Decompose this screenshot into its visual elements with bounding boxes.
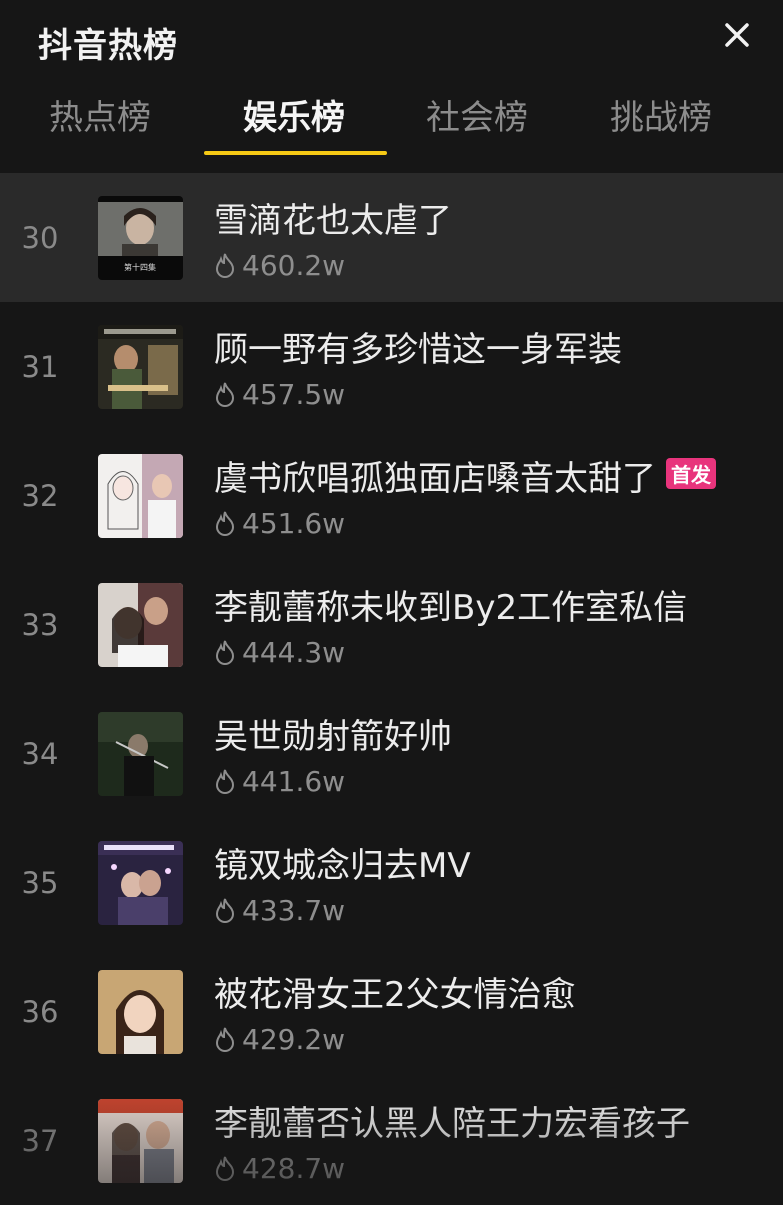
heat-value-text: 428.7w bbox=[242, 1152, 346, 1185]
video-thumbnail bbox=[98, 970, 183, 1054]
item-title: 李靓蕾称未收到By2工作室私信 bbox=[214, 588, 688, 628]
tab-bar: 热点榜 娱乐榜 社会榜 挑战榜 bbox=[0, 80, 783, 160]
rank-number: 32 bbox=[21, 479, 59, 513]
video-thumbnail bbox=[98, 712, 183, 796]
item-title: 虞书欣唱孤独面店嗓音太甜了 首发 bbox=[214, 451, 716, 500]
tab-society[interactable]: 社会榜 bbox=[426, 90, 528, 139]
flame-icon bbox=[215, 769, 235, 794]
tab-challenge[interactable]: 挑战榜 bbox=[610, 90, 712, 139]
video-thumbnail: 第十四集 bbox=[98, 196, 183, 280]
heat-value: 460.2w bbox=[214, 249, 345, 282]
item-title: 雪滴花也太虐了 bbox=[214, 201, 452, 241]
heat-value: 429.2w bbox=[214, 1023, 345, 1056]
item-title: 顾一野有多珍惜这一身军装 bbox=[214, 330, 622, 370]
active-tab-indicator bbox=[204, 151, 387, 155]
list-item[interactable]: 34 吴世勋射箭好帅 441.6w bbox=[0, 689, 783, 818]
list-item[interactable]: 36 被花滑女王2父女情治愈 429.2w bbox=[0, 947, 783, 1076]
heat-value-text: 451.6w bbox=[242, 507, 346, 540]
first-release-badge: 首发 bbox=[666, 458, 716, 489]
heat-value: 441.6w bbox=[214, 765, 345, 798]
header: 抖音热榜 bbox=[0, 0, 783, 70]
video-thumbnail bbox=[98, 583, 183, 667]
flame-icon bbox=[215, 898, 235, 923]
heat-value-text: 457.5w bbox=[242, 378, 346, 411]
heat-value: 428.7w bbox=[214, 1152, 345, 1185]
heat-value: 444.3w bbox=[214, 636, 345, 669]
heat-value: 457.5w bbox=[214, 378, 345, 411]
tab-hot[interactable]: 热点榜 bbox=[49, 90, 151, 139]
close-icon[interactable] bbox=[720, 18, 754, 52]
flame-icon bbox=[215, 1156, 235, 1181]
item-title-text: 虞书欣唱孤独面店嗓音太甜了 bbox=[214, 459, 656, 499]
rank-number: 31 bbox=[21, 350, 59, 384]
video-thumbnail bbox=[98, 841, 183, 925]
heat-value: 433.7w bbox=[214, 894, 345, 927]
list-item[interactable]: 37 李靓蕾否认黑人陪王力宏看孩子 428.7w bbox=[0, 1076, 783, 1205]
heat-value-text: 441.6w bbox=[242, 765, 346, 798]
list-item[interactable]: 33 李靓蕾称未收到By2工作室私信 444.3w bbox=[0, 560, 783, 689]
thumbnail-caption: 第十四集 bbox=[124, 262, 156, 272]
heat-value: 451.6w bbox=[214, 507, 345, 540]
rank-number: 33 bbox=[21, 608, 59, 642]
heat-value-text: 460.2w bbox=[242, 249, 346, 282]
rank-number: 37 bbox=[21, 1124, 59, 1158]
flame-icon bbox=[215, 382, 235, 407]
rank-number: 34 bbox=[21, 737, 59, 771]
item-title: 镜双城念归去MV bbox=[214, 846, 471, 886]
heat-value-text: 433.7w bbox=[242, 894, 346, 927]
rank-number: 30 bbox=[21, 221, 59, 255]
tab-entertainment[interactable]: 娱乐榜 bbox=[243, 90, 345, 139]
list-item[interactable]: 31 顾一野有多珍惜这一身军装 457.5w bbox=[0, 302, 783, 431]
rank-number: 36 bbox=[21, 995, 59, 1029]
video-thumbnail bbox=[98, 454, 183, 538]
video-thumbnail bbox=[98, 325, 183, 409]
heat-value-text: 429.2w bbox=[242, 1023, 346, 1056]
page-title: 抖音热榜 bbox=[38, 26, 178, 66]
video-thumbnail bbox=[98, 1099, 183, 1183]
rank-number: 35 bbox=[21, 866, 59, 900]
item-title: 被花滑女王2父女情治愈 bbox=[214, 975, 576, 1015]
item-title: 李靓蕾否认黑人陪王力宏看孩子 bbox=[214, 1104, 690, 1144]
flame-icon bbox=[215, 640, 235, 665]
list-item[interactable]: 35 镜双城念归去MV 433.7w bbox=[0, 818, 783, 947]
flame-icon bbox=[215, 253, 235, 278]
list-item[interactable]: 32 虞书欣唱孤独面店嗓音太甜了 首发 451.6w bbox=[0, 431, 783, 560]
item-title: 吴世勋射箭好帅 bbox=[214, 717, 452, 757]
list-item[interactable]: 30 第十四集 雪滴花也太虐了 460.2w bbox=[0, 173, 783, 302]
flame-icon bbox=[215, 1027, 235, 1052]
flame-icon bbox=[215, 511, 235, 536]
heat-value-text: 444.3w bbox=[242, 636, 346, 669]
